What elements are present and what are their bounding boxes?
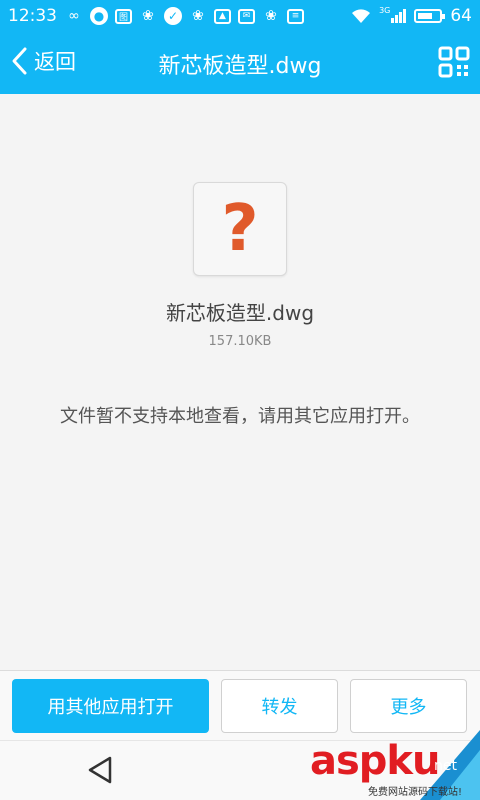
image-icon: ▲ [214, 8, 231, 24]
infinity-icon: ∞ [68, 8, 80, 24]
file-name: 新芯板造型.dwg [165, 301, 315, 325]
mail-icon: ✉ [238, 8, 255, 24]
battery-icon [414, 9, 446, 23]
forward-button[interactable]: 转发 [221, 679, 338, 733]
check-circle-icon: ✓ [164, 7, 182, 25]
status-bar: 12:33 ∞ ● 图 ❀ ✓ ❀ ▲ ✉ ❀ ≡ 3G 64 [0, 0, 480, 32]
system-status: 3G 64 [351, 6, 472, 26]
status-time: 12:33 [8, 6, 57, 26]
chat-bubble-icon: ● [90, 7, 108, 25]
paw-icon: ❀ [192, 8, 204, 24]
page-title: 新芯板造型.dwg [158, 54, 322, 79]
notification-icons: ∞ ● 图 ❀ ✓ ❀ ▲ ✉ ❀ ≡ [65, 7, 304, 25]
signal-icon: 3G [379, 6, 407, 23]
action-bar: 用其他应用打开 转发 更多 [0, 670, 480, 740]
paw-icon: ❀ [142, 8, 154, 24]
unsupported-notice: 文件暂不支持本地查看，请用其它应用打开。 [60, 406, 420, 427]
paw-icon: ❀ [265, 8, 277, 24]
navigation-bar [0, 740, 480, 800]
qr-code-icon[interactable] [438, 46, 470, 78]
unknown-file-icon: ? [193, 182, 287, 276]
network-type-label: 3G [379, 6, 391, 15]
nav-back-icon[interactable] [86, 755, 114, 785]
battery-level: 64 [450, 6, 472, 26]
wifi-icon [352, 9, 371, 23]
question-mark-icon: ? [221, 192, 259, 266]
file-preview-area: ? 新芯板造型.dwg 157.10KB 文件暂不支持本地查看，请用其它应用打开… [0, 94, 480, 670]
app-icon: 图 [115, 8, 132, 24]
more-button[interactable]: 更多 [350, 679, 467, 733]
file-size: 157.10KB [208, 334, 272, 349]
open-with-other-app-button[interactable]: 用其他应用打开 [12, 679, 209, 733]
document-icon: ≡ [287, 8, 304, 24]
title-bar: 返回 新芯板造型.dwg [0, 32, 480, 94]
